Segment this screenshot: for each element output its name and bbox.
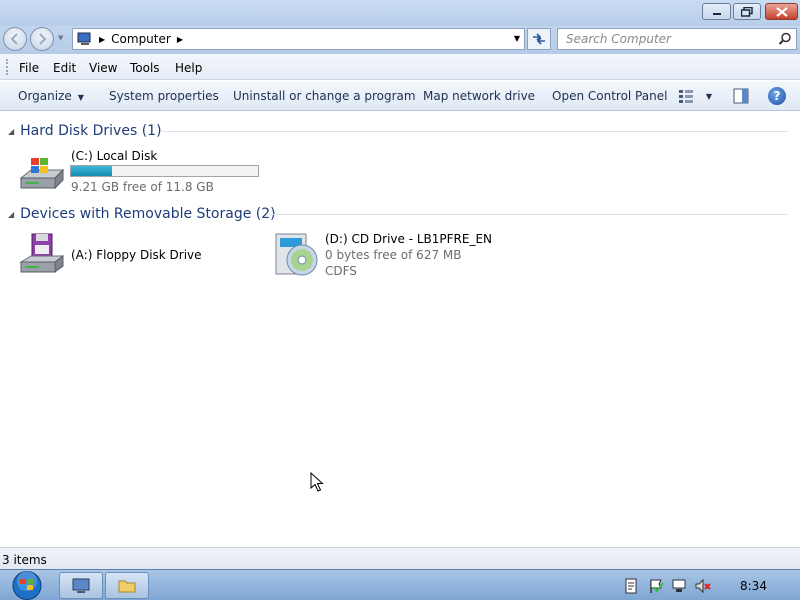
group-title: Hard Disk Drives (1) [20,123,162,139]
drive-a[interactable]: (A:) Floppy Disk Drive [17,232,257,280]
taskbar-item-explorer[interactable] [105,572,149,599]
minimize-button[interactable] [702,3,731,20]
drive-name: (D:) CD Drive - LB1PFRE_EN [325,232,493,246]
breadcrumb-computer[interactable]: Computer [111,32,171,46]
address-row: ▼ ▶ Computer ▶ ▼ [0,26,800,54]
taskbar: 8:34 [0,569,800,600]
uninstall-program-button[interactable]: Uninstall or change a program [233,89,416,103]
drive-free-space: 0 bytes free of 627 MB [325,248,462,262]
floppy-drive-icon [19,233,65,273]
document-icon[interactable] [623,578,639,594]
collapse-triangle-icon[interactable]: ◢ [8,127,14,136]
breadcrumb-separator-icon[interactable]: ▶ [99,35,105,44]
action-center-flag-icon[interactable] [648,578,664,594]
title-bar [0,0,800,26]
computer-icon [77,32,91,45]
system-properties-button[interactable]: System properties [109,89,219,103]
organize-button[interactable]: Organize ▼ [18,89,84,103]
search-box[interactable] [557,28,797,50]
volume-muted-icon[interactable] [695,578,711,594]
network-icon[interactable] [671,578,687,594]
maximize-button[interactable] [733,3,761,20]
taskbar-item-control-panel[interactable] [59,572,103,599]
address-bar[interactable]: ▶ Computer ▶ ▼ [72,28,525,50]
organize-label: Organize [18,89,72,103]
folder-icon [118,580,136,592]
content-pane: ◢ Hard Disk Drives (1) (C:) Local Disk 9… [0,112,800,547]
refresh-button[interactable] [527,28,551,50]
drive-d[interactable]: (D:) CD Drive - LB1PFRE_EN 0 bytes free … [272,230,512,282]
disk-usage-bar [70,165,259,177]
start-button[interactable] [8,570,46,600]
view-options-icon [679,90,693,103]
command-bar: Organize ▼ System properties Uninstall or… [0,81,800,111]
group-divider [160,131,788,132]
back-button[interactable] [3,27,27,51]
clock[interactable]: 8:34 [740,579,767,593]
system-tray [614,570,800,600]
forward-arrow-icon [39,33,47,45]
refresh-icon [533,33,545,45]
menu-bar: File Edit View Tools Help [0,54,800,80]
open-control-panel-button[interactable]: Open Control Panel [552,89,667,103]
menu-help[interactable]: Help [175,61,202,75]
forward-button[interactable] [30,27,54,51]
recent-pages-dropdown[interactable]: ▼ [58,34,66,44]
group-removable-storage[interactable]: ◢ Devices with Removable Storage (2) [8,204,788,224]
address-history-dropdown[interactable]: ▼ [514,34,520,43]
drive-c[interactable]: (C:) Local Disk 9.21 GB free of 11.8 GB [17,148,267,198]
cd-drive-icon [275,233,318,276]
menu-file[interactable]: File [19,61,39,75]
drive-name: (C:) Local Disk [71,149,158,163]
menu-view[interactable]: View [89,61,117,75]
status-bar: 3 items [0,547,800,569]
breadcrumb-separator-icon[interactable]: ▶ [177,35,183,44]
restore-icon [741,6,753,17]
group-title: Devices with Removable Storage (2) [20,206,276,222]
help-button[interactable]: ? [768,87,786,105]
drive-free-space: 9.21 GB free of 11.8 GB [71,180,214,194]
menu-tools[interactable]: Tools [130,61,160,75]
back-arrow-icon [10,33,18,45]
menu-grip [6,59,9,75]
help-icon: ? [773,89,781,103]
chevron-down-icon: ▼ [77,93,84,102]
drive-name: (A:) Floppy Disk Drive [71,248,202,262]
menu-edit[interactable]: Edit [53,61,76,75]
search-icon[interactable] [778,32,792,46]
preview-pane-button[interactable] [733,88,749,104]
group-hard-disk-drives[interactable]: ◢ Hard Disk Drives (1) [8,121,788,141]
mouse-pointer-icon [310,472,324,492]
drive-filesystem: CDFS [325,264,357,278]
collapse-triangle-icon[interactable]: ◢ [8,210,14,219]
map-network-drive-button[interactable]: Map network drive [423,89,535,103]
monitor-icon [72,578,90,593]
view-dropdown-icon: ▼ [705,91,712,101]
minimize-icon [712,12,721,15]
item-count: 3 items [2,553,47,567]
change-view-button[interactable]: ▼ [678,88,712,104]
disk-usage-fill [71,166,113,176]
search-input[interactable] [558,29,768,49]
group-divider [270,214,788,215]
close-icon [775,6,788,17]
hard-drive-icon [19,158,65,190]
close-button[interactable] [765,3,798,20]
preview-pane-icon [733,88,749,104]
